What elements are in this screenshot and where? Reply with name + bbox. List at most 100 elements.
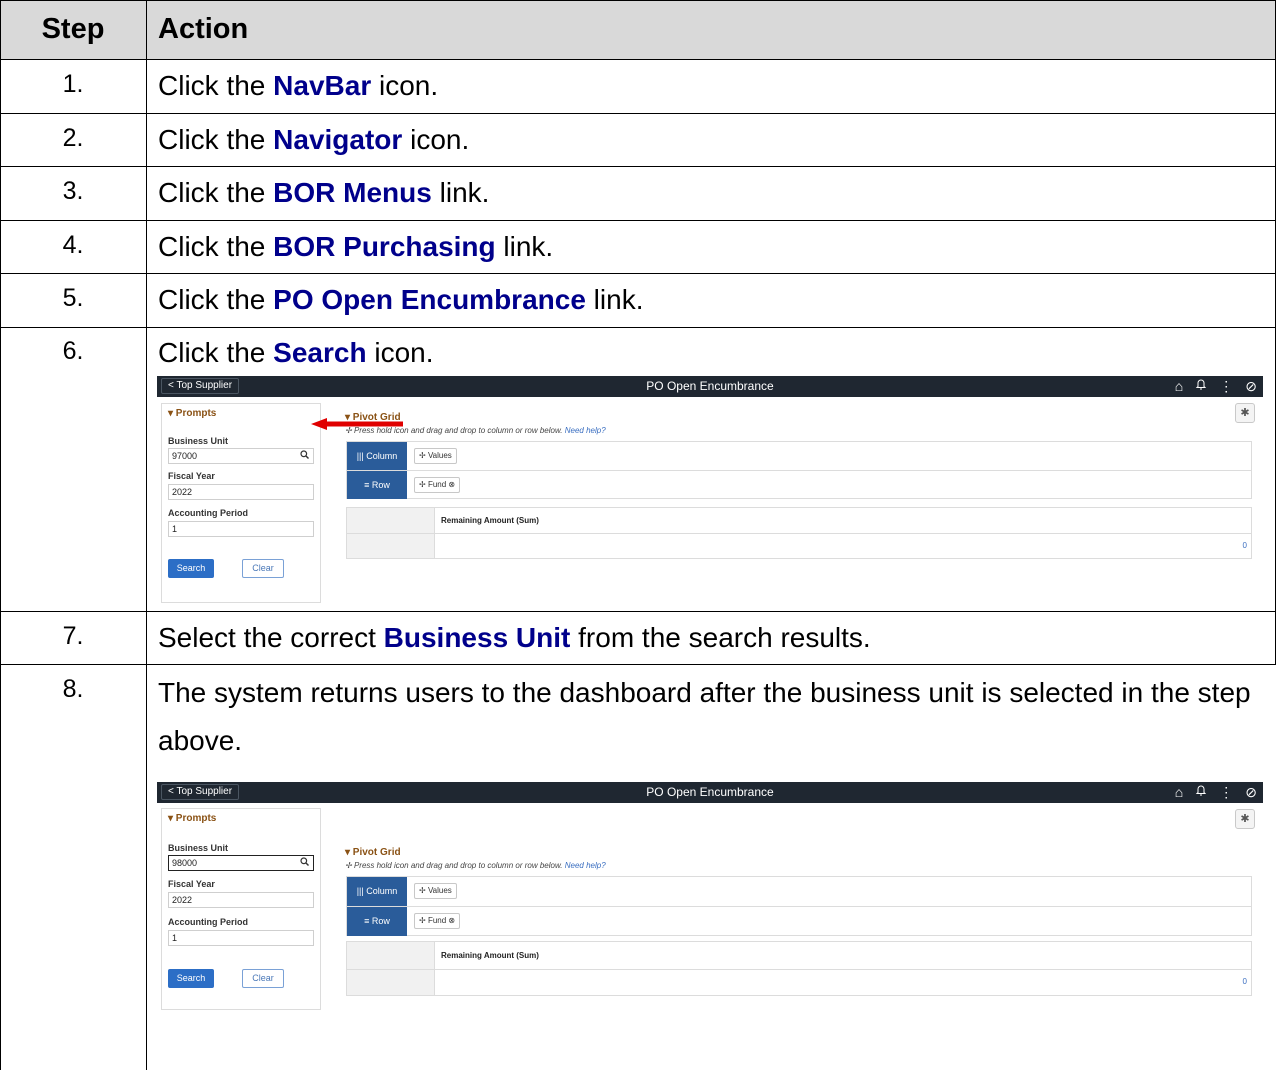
navigator-icon[interactable]: ⊘ [1245, 782, 1257, 803]
row-label: Row [371, 480, 390, 490]
bell-icon[interactable] [1195, 782, 1207, 803]
need-help-link[interactable]: Need help? [565, 861, 606, 870]
action-text: Click the [158, 177, 274, 208]
pivot-grid-title[interactable]: ▾ Pivot Grid [345, 412, 401, 423]
prompts-title[interactable]: ▾ Prompts [168, 813, 216, 824]
step-number: 2. [62, 124, 84, 152]
accounting-period-label: Accounting Period [168, 917, 249, 927]
drag-icon: ✢ [419, 916, 426, 925]
step-number: 6. [62, 337, 84, 365]
kebab-icon[interactable]: ⋮ [1219, 376, 1233, 397]
screenshot-step-6: < Top Supplier PO Open Encumbrance ⌂ ⋮ ⊘… [157, 376, 1263, 606]
row-axis: ≡ Row [347, 907, 407, 936]
action-keyword: NavBar [273, 70, 372, 101]
table-border-left [0, 0, 1, 1070]
action-text: Click the [158, 70, 274, 101]
remove-icon[interactable]: ⊗ [448, 480, 455, 489]
action-text: icon. [402, 124, 470, 155]
column-icon: ||| [356, 886, 364, 896]
values-label: Values [427, 451, 452, 460]
search-button[interactable]: Search [168, 969, 214, 988]
remaining-amount-value[interactable]: 0 [1243, 541, 1247, 550]
search-icon[interactable] [300, 449, 309, 463]
step-action: Click the Navigator icon. [158, 124, 469, 156]
kebab-icon[interactable]: ⋮ [1219, 782, 1233, 803]
need-help-link[interactable]: Need help? [565, 426, 606, 435]
fiscal-year-input[interactable]: 2022 [168, 892, 314, 908]
page-title: PO Open Encumbrance [646, 785, 774, 799]
step-number: 5. [62, 284, 84, 312]
step-number: 8. [62, 675, 84, 703]
axis-divider [347, 906, 1251, 907]
row-icon: ≡ [364, 916, 370, 926]
values-chip[interactable]: ✢ Values [414, 883, 457, 899]
clear-button[interactable]: Clear [242, 969, 284, 988]
bell-icon[interactable] [1195, 376, 1207, 397]
accounting-period-label: Accounting Period [168, 508, 249, 518]
business-unit-value: 98000 [172, 858, 198, 868]
gear-icon[interactable]: ✱ [1235, 403, 1255, 423]
grid-divider [347, 533, 1251, 534]
step-number: 4. [62, 231, 84, 259]
values-chip[interactable]: ✢ Values [414, 448, 457, 464]
business-unit-label: Business Unit [168, 436, 229, 446]
column-label: Column [366, 451, 398, 461]
fiscal-year-label: Fiscal Year [168, 471, 215, 481]
app-header-bar: < Top Supplier PO Open Encumbrance ⌂ ⋮ ⊘ [157, 782, 1263, 803]
row-divider [0, 220, 1276, 221]
fund-chip[interactable]: ✢ Fund ⊗ [414, 477, 461, 493]
clear-button[interactable]: Clear [242, 559, 284, 578]
business-unit-input[interactable]: 97000 [168, 448, 314, 464]
action-text: Click the [158, 337, 274, 368]
action-text: link. [431, 177, 490, 208]
row-icon: ≡ [364, 480, 370, 490]
column-axis: ||| Column [347, 442, 407, 470]
home-icon[interactable]: ⌂ [1175, 782, 1183, 803]
values-label: Values [427, 886, 452, 895]
action-text: icon. [366, 337, 434, 368]
action-keyword: BOR Menus [273, 177, 432, 208]
header-step: Step [41, 13, 105, 45]
gear-icon[interactable]: ✱ [1235, 809, 1255, 829]
row-divider [0, 611, 1276, 612]
action-text: link. [495, 231, 554, 262]
drag-icon: ✢ [345, 861, 352, 870]
navigator-icon[interactable]: ⊘ [1245, 376, 1257, 397]
remaining-amount-value[interactable]: 0 [1243, 977, 1247, 986]
axis-divider [347, 470, 1251, 471]
step-action: Click the NavBar icon. [158, 70, 438, 102]
step-action: Click the BOR Purchasing link. [158, 231, 553, 263]
remove-icon[interactable]: ⊗ [448, 916, 455, 925]
pivot-grid-hint: ✢ Press hold icon and drag and drop to c… [345, 861, 606, 870]
accounting-period-input[interactable]: 1 [168, 930, 314, 946]
home-icon[interactable]: ⌂ [1175, 376, 1183, 397]
pivot-grid-title[interactable]: ▾ Pivot Grid [345, 847, 401, 858]
header-action: Action [158, 13, 249, 45]
step-action: Click the BOR Menus link. [158, 177, 489, 209]
prompts-title[interactable]: ▾ Prompts [168, 408, 216, 419]
row-divider [0, 327, 1276, 328]
business-unit-input[interactable]: 98000 [168, 855, 314, 871]
action-text: icon. [371, 70, 439, 101]
step-action: Click the PO Open Encumbrance link. [158, 284, 643, 316]
pivot-axes-panel: ||| Column ✢ Values ≡ Row ✢ Fund ⊗ [346, 876, 1252, 936]
row-divider [0, 59, 1276, 60]
fund-label: Fund [427, 916, 447, 925]
action-text: Click the [158, 284, 274, 315]
row-axis: ≡ Row [347, 471, 407, 499]
fund-chip[interactable]: ✢ Fund ⊗ [414, 913, 461, 929]
header-actions: ⌂ ⋮ ⊘ [1175, 782, 1257, 803]
action-text: Click the [158, 231, 274, 262]
search-icon[interactable] [300, 856, 309, 870]
drag-icon: ✢ [419, 480, 426, 489]
remaining-amount-header: Remaining Amount (Sum) [441, 516, 539, 525]
screenshot-step-8: < Top Supplier PO Open Encumbrance ⌂ ⋮ ⊘… [157, 782, 1263, 1012]
search-button[interactable]: Search [168, 559, 214, 578]
page-title: PO Open Encumbrance [646, 379, 774, 393]
row-divider [0, 113, 1276, 114]
pivot-grid-table: Remaining Amount (Sum) 0 [346, 941, 1252, 996]
step-action: Click the Search icon. [158, 337, 434, 369]
drag-icon: ✢ [419, 451, 426, 460]
fiscal-year-input[interactable]: 2022 [168, 484, 314, 500]
accounting-period-input[interactable]: 1 [168, 521, 314, 537]
